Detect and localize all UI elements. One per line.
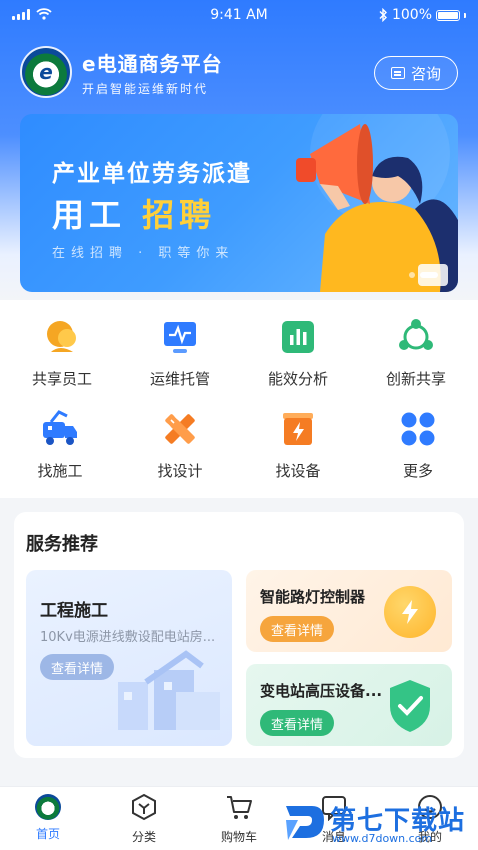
app-title: e电通商务平台: [82, 51, 223, 76]
service-item-substation[interactable]: 变电站高压设备... 查看详情: [246, 664, 452, 746]
brand: e e电通商务平台 开启智能运维新时代: [20, 46, 223, 98]
section-title: 服务推荐: [26, 534, 98, 555]
view-details-button[interactable]: 查看详情: [260, 710, 334, 736]
menu-find-design[interactable]: 找设计: [130, 410, 230, 481]
battery-icon: [436, 9, 460, 21]
menu-ops-hosting[interactable]: 运维托管: [130, 318, 230, 389]
shared-staff-icon: [47, 321, 76, 352]
consult-button[interactable]: 咨询: [374, 56, 458, 90]
app-logo: e: [20, 46, 72, 98]
view-details-button[interactable]: 查看详情: [40, 654, 114, 680]
monitor-icon: [164, 322, 196, 353]
battery-percent: 100%: [391, 7, 432, 23]
share-nodes-icon: [399, 319, 433, 350]
tab-cart[interactable]: 购物车: [199, 793, 279, 845]
shield-check-icon: [390, 680, 430, 732]
banner-headline: 产业单位劳务派遣: [52, 161, 252, 187]
menu-find-construction[interactable]: 找施工: [10, 410, 110, 481]
watermark-url: www.d7down.com: [332, 832, 433, 845]
menu-shared-staff[interactable]: 共享员工: [12, 318, 112, 389]
home-logo-icon: [35, 794, 61, 820]
menu-innovation-share[interactable]: 创新共享: [366, 318, 466, 389]
chat-icon: [390, 67, 405, 79]
banner-title: 用工 招聘: [52, 196, 217, 234]
design-tools-icon: [165, 414, 195, 444]
equipment-box-icon: [283, 413, 313, 445]
app-subtitle: 开启智能运维新时代: [82, 81, 209, 96]
menu-find-equipment[interactable]: 找设备: [248, 410, 348, 481]
tab-category[interactable]: 分类: [104, 793, 184, 845]
service-item-construction[interactable]: 工程施工 10Kv电源进线敷设配电站房... 查看详情: [26, 570, 232, 746]
bluetooth-icon: [379, 8, 387, 22]
status-bar: 9:41 AM 100%: [0, 0, 478, 32]
service-recommend-card: 服务推荐 工程施工 10Kv电源进线敷设配电站房... 查看详情 智能路灯控制器…: [14, 512, 464, 758]
construction-truck-icon: [43, 410, 77, 445]
service-item-streetlight[interactable]: 智能路灯控制器 查看详情: [246, 570, 452, 652]
lightning-icon: [384, 586, 436, 638]
hero-banner[interactable]: 产业单位劳务派遣 用工 招聘 在线招聘 · 职等你来: [20, 114, 458, 292]
menu-more[interactable]: 更多: [368, 410, 468, 481]
tab-home[interactable]: 首页: [8, 793, 88, 842]
bar-chart-icon: [282, 321, 314, 353]
watermark-logo: [286, 806, 324, 840]
banner-tagline: 在线招聘 · 职等你来: [52, 246, 235, 261]
menu-energy-analysis[interactable]: 能效分析: [248, 318, 348, 389]
category-icon: [132, 793, 156, 821]
cart-icon: [227, 796, 252, 819]
banner-pagination: [409, 272, 438, 278]
site-watermark: 第七下载站 www.d7down.com: [282, 800, 478, 850]
more-grid-icon: [401, 412, 435, 446]
view-details-button[interactable]: 查看详情: [260, 616, 334, 642]
